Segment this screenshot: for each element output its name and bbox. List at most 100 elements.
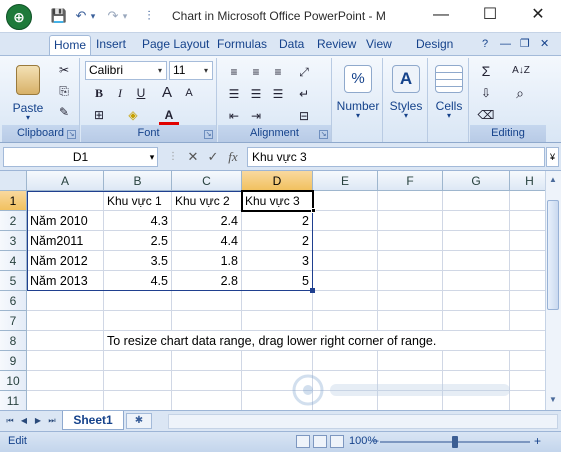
- cell-d2[interactable]: 2: [242, 211, 313, 231]
- cell-a7[interactable]: [27, 311, 104, 331]
- cell-e9[interactable]: [313, 351, 378, 371]
- enter-icon[interactable]: ✓: [204, 147, 222, 167]
- cell-g1[interactable]: [443, 191, 510, 211]
- orientation-icon[interactable]: ⤢: [294, 62, 314, 82]
- align-bottom-icon[interactable]: ≡: [268, 62, 288, 82]
- cell-g5[interactable]: [443, 271, 510, 291]
- zoom-out-icon[interactable]: −: [372, 434, 379, 448]
- cell-a4[interactable]: Năm 2012: [27, 251, 104, 271]
- formula-input[interactable]: Khu vực 3: [247, 147, 545, 167]
- find-select-icon[interactable]: ⌕: [510, 83, 530, 103]
- cells-button[interactable]: Cells ▾: [430, 60, 468, 122]
- shrink-font-icon[interactable]: A: [179, 83, 199, 103]
- cell-f2[interactable]: [378, 211, 443, 231]
- cell-g10[interactable]: [443, 371, 510, 391]
- vertical-scroll-thumb[interactable]: [547, 200, 559, 310]
- row-header-2[interactable]: 2: [0, 211, 27, 231]
- sheet-tab-sheet1[interactable]: Sheet1: [62, 411, 124, 430]
- align-middle-icon[interactable]: ≡: [246, 62, 266, 82]
- cell-c3[interactable]: 4.4: [172, 231, 242, 251]
- cell-d1[interactable]: Khu vực 3: [242, 191, 313, 211]
- cell-a1[interactable]: [27, 191, 104, 211]
- cell-e3[interactable]: [313, 231, 378, 251]
- cell-c10[interactable]: [172, 371, 242, 391]
- insert-function-icon[interactable]: fx: [224, 147, 242, 167]
- cell-h6[interactable]: [510, 291, 545, 311]
- autosum-icon[interactable]: Σ: [476, 61, 496, 81]
- border-icon[interactable]: ⊞: [89, 105, 109, 125]
- column-header-h[interactable]: H: [510, 171, 545, 191]
- column-header-f[interactable]: F: [378, 171, 443, 191]
- tab-formulas[interactable]: Formulas: [213, 35, 271, 55]
- increase-indent-icon[interactable]: ⇥: [246, 106, 266, 126]
- cell-c11[interactable]: [172, 391, 242, 410]
- cell-g4[interactable]: [443, 251, 510, 271]
- cell-h7[interactable]: [510, 311, 545, 331]
- row-header-1[interactable]: 1: [0, 191, 27, 211]
- row-header-6[interactable]: 6: [0, 291, 27, 311]
- select-all-button[interactable]: [0, 171, 27, 191]
- cell-c9[interactable]: [172, 351, 242, 371]
- align-right-icon[interactable]: ☰: [268, 84, 288, 104]
- customize-qat-icon[interactable]: ⫶: [143, 8, 155, 24]
- cell-d9[interactable]: [242, 351, 313, 371]
- cell-f4[interactable]: [378, 251, 443, 271]
- cell-f11[interactable]: [378, 391, 443, 410]
- cell-e2[interactable]: [313, 211, 378, 231]
- horizontal-scrollbar[interactable]: [168, 414, 558, 429]
- cell-d6[interactable]: [242, 291, 313, 311]
- range-resize-handle[interactable]: [310, 288, 315, 293]
- dialog-launcher-icon[interactable]: ↘: [204, 130, 213, 139]
- cell-b11[interactable]: [104, 391, 172, 410]
- cell-a5[interactable]: Năm 2013: [27, 271, 104, 291]
- column-header-b[interactable]: B: [104, 171, 172, 191]
- tab-view[interactable]: View: [362, 35, 396, 55]
- cell-b7[interactable]: [104, 311, 172, 331]
- font-color-icon[interactable]: A: [159, 105, 179, 125]
- italic-button[interactable]: I: [110, 83, 130, 103]
- prev-sheet-icon[interactable]: ◀: [18, 414, 30, 428]
- align-top-icon[interactable]: ≡: [224, 62, 244, 82]
- cell-c5[interactable]: 2.8: [172, 271, 242, 291]
- font-size-combo[interactable]: 11 ▾: [169, 61, 213, 80]
- grow-font-icon[interactable]: A: [157, 83, 177, 103]
- cell-g6[interactable]: [443, 291, 510, 311]
- fill-icon[interactable]: ⇩: [476, 83, 496, 103]
- cell-h5[interactable]: [510, 271, 545, 291]
- cell-b6[interactable]: [104, 291, 172, 311]
- bold-button[interactable]: B: [89, 83, 109, 103]
- cell-h1[interactable]: [510, 191, 545, 211]
- cell-g2[interactable]: [443, 211, 510, 231]
- cell-a2[interactable]: Năm 2010: [27, 211, 104, 231]
- office-button[interactable]: ⊕: [6, 4, 32, 30]
- cell-c4[interactable]: 1.8: [172, 251, 242, 271]
- minimize-button[interactable]: —: [421, 4, 461, 28]
- cell-b4[interactable]: 3.5: [104, 251, 172, 271]
- row-header-5[interactable]: 5: [0, 271, 27, 291]
- decrease-indent-icon[interactable]: ⇤: [224, 106, 244, 126]
- cell-h8[interactable]: [510, 331, 545, 351]
- zoom-slider-thumb[interactable]: [452, 436, 458, 448]
- cell-f6[interactable]: [378, 291, 443, 311]
- cell-d11[interactable]: [242, 391, 313, 410]
- zoom-in-icon[interactable]: +: [534, 434, 541, 448]
- cell-c1[interactable]: Khu vực 2: [172, 191, 242, 211]
- row-header-4[interactable]: 4: [0, 251, 27, 271]
- cell-f1[interactable]: [378, 191, 443, 211]
- cell-e5[interactable]: [313, 271, 378, 291]
- cell-c2[interactable]: 2.4: [172, 211, 242, 231]
- styles-button[interactable]: A Styles ▾: [385, 60, 427, 122]
- cut-icon[interactable]: ✂: [54, 60, 74, 80]
- tab-insert[interactable]: Insert: [92, 35, 130, 55]
- ribbon-minimize-icon[interactable]: —: [496, 35, 515, 55]
- cell-h11[interactable]: [510, 391, 545, 410]
- cell-a3[interactable]: Năm2011: [27, 231, 104, 251]
- cell-b3[interactable]: 2.5: [104, 231, 172, 251]
- cell-d7[interactable]: [242, 311, 313, 331]
- close-button[interactable]: ✕: [518, 4, 558, 28]
- cell-g7[interactable]: [443, 311, 510, 331]
- last-sheet-icon[interactable]: ⏭: [46, 414, 58, 428]
- cell-b1[interactable]: Khu vực 1: [104, 191, 172, 211]
- clear-icon[interactable]: ⌫: [476, 105, 496, 125]
- cell-a9[interactable]: [27, 351, 104, 371]
